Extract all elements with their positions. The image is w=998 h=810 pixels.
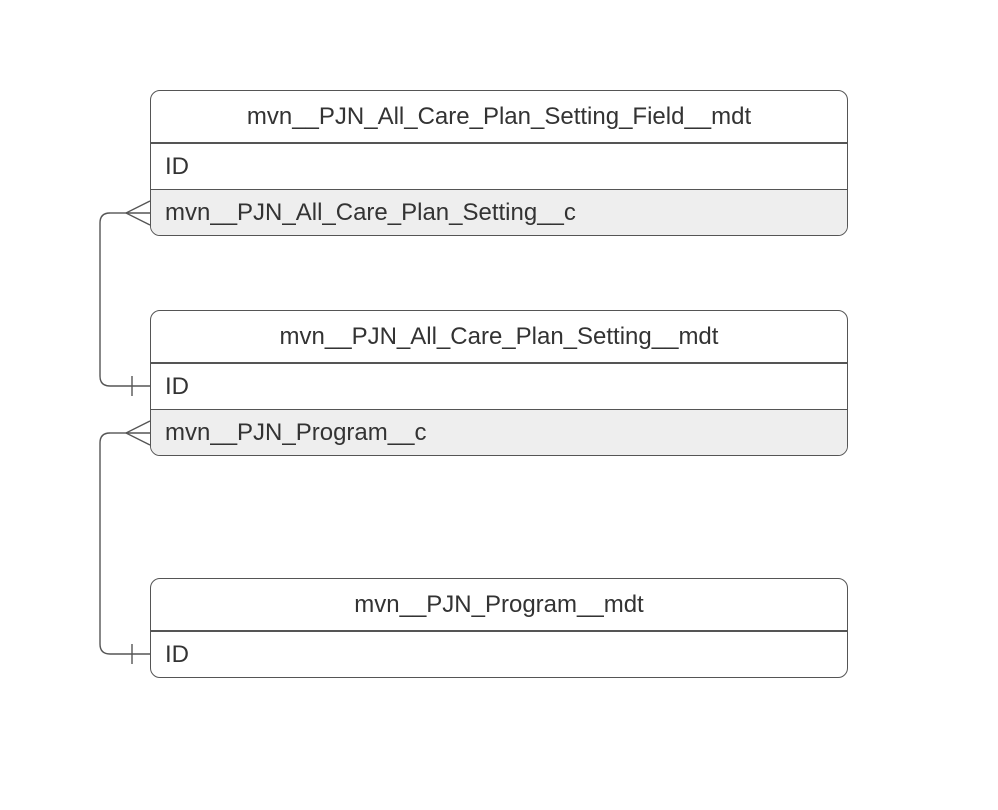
- entity-title: mvn__PJN_Program__mdt: [354, 591, 643, 619]
- entity-all-care-plan-setting: mvn__PJN_All_Care_Plan_Setting__mdt ID m…: [150, 310, 848, 456]
- entity-header: mvn__PJN_Program__mdt: [151, 579, 847, 631]
- entity-row-fk-program: mvn__PJN_Program__c: [151, 409, 847, 455]
- entity-row-fk-all-care-plan-setting: mvn__PJN_All_Care_Plan_Setting__c: [151, 189, 847, 235]
- entity-row-label: ID: [165, 153, 189, 181]
- entity-row-id: ID: [151, 631, 847, 677]
- entity-header: mvn__PJN_All_Care_Plan_Setting_Field__md…: [151, 91, 847, 143]
- entity-title: mvn__PJN_All_Care_Plan_Setting_Field__md…: [247, 103, 751, 131]
- entity-row-id: ID: [151, 363, 847, 409]
- entity-program: mvn__PJN_Program__mdt ID: [150, 578, 848, 678]
- entity-header: mvn__PJN_All_Care_Plan_Setting__mdt: [151, 311, 847, 363]
- entity-row-label: ID: [165, 641, 189, 669]
- entity-title: mvn__PJN_All_Care_Plan_Setting__mdt: [280, 323, 719, 351]
- entity-row-label: mvn__PJN_Program__c: [165, 419, 426, 447]
- entity-row-label: ID: [165, 373, 189, 401]
- entity-row-label: mvn__PJN_All_Care_Plan_Setting__c: [165, 199, 576, 227]
- entity-row-id: ID: [151, 143, 847, 189]
- entity-all-care-plan-setting-field: mvn__PJN_All_Care_Plan_Setting_Field__md…: [150, 90, 848, 236]
